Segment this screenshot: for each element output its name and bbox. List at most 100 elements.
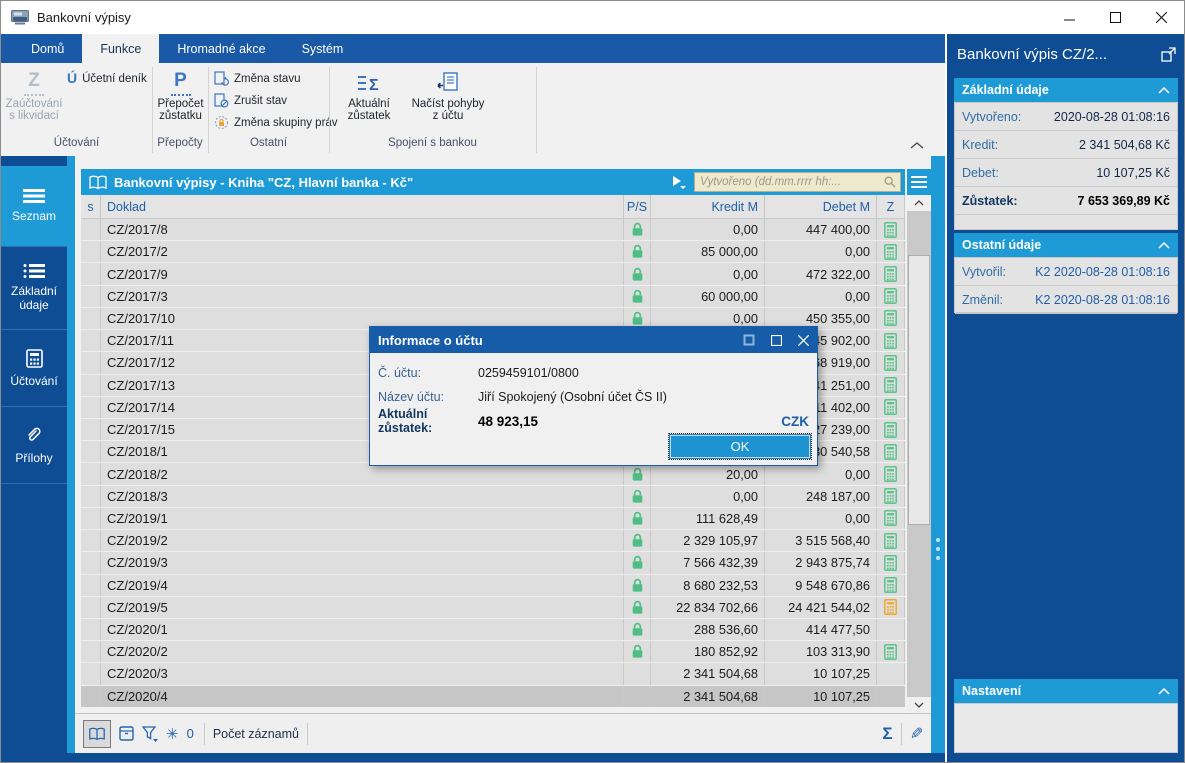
- search-input[interactable]: [694, 172, 901, 192]
- table-row[interactable]: CZ/2019/1 111 628,49 0,00: [81, 507, 905, 531]
- table-row[interactable]: CZ/2017/3 60 000,00 0,00: [81, 285, 905, 308]
- open-in-window-icon[interactable]: [1161, 47, 1176, 62]
- ucetni-denik-button[interactable]: Ú Účetní deník: [67, 68, 147, 89]
- table-row[interactable]: CZ/2018/2 20,00 0,00: [81, 463, 905, 486]
- section-header-nastaveni[interactable]: Nastavení: [954, 679, 1178, 703]
- table-row[interactable]: CZ/2020/2 180 852,92 103 313,90: [81, 641, 905, 664]
- filter-count: 0: [186, 726, 194, 741]
- nacist-pohyby-button[interactable]: Načíst pohyby z účtu: [403, 65, 493, 137]
- filter-play-icon[interactable]: [672, 175, 686, 189]
- cell-z: [877, 641, 905, 663]
- ok-button[interactable]: OK: [668, 433, 812, 460]
- cell-ps: [624, 507, 651, 530]
- scroll-up-button[interactable]: [907, 195, 931, 211]
- cell-ps: [624, 485, 651, 507]
- zmena-stavu-button[interactable]: Změna stavu: [214, 68, 300, 89]
- list-icon: [23, 189, 45, 203]
- column-doklad[interactable]: Doklad: [101, 195, 624, 218]
- table-row[interactable]: CZ/2019/3 7 566 432,39 2 943 875,74: [81, 552, 905, 575]
- scrollbar-thumb[interactable]: [908, 255, 930, 525]
- column-kredit[interactable]: Kredit M: [651, 195, 765, 218]
- detail-row: Debet: 10 107,25 Kč: [955, 159, 1177, 187]
- table-title: Bankovní výpisy - Kniha "CZ, Hlavní bank…: [114, 174, 414, 190]
- app-window: Bankovní výpisy Domů Funkce Hromadné akc…: [0, 0, 1185, 763]
- tab-domu[interactable]: Domů: [13, 34, 82, 63]
- group-label-prepocty: Přepočty: [157, 137, 203, 149]
- cell-z: [877, 285, 905, 307]
- table-row[interactable]: CZ/2017/9 0,00 472 322,00: [81, 263, 905, 286]
- maximize-button[interactable]: [1092, 1, 1138, 34]
- edit-button[interactable]: ✎: [910, 724, 923, 744]
- dialog-field: Č. účtu: 0259459101/0800: [378, 366, 579, 380]
- tab-hromadne-akce[interactable]: Hromadné akce: [159, 34, 283, 63]
- cell-z: [877, 530, 905, 552]
- collapse-chevron-icon[interactable]: [1158, 687, 1170, 695]
- cell-doklad: CZ/2017/9: [101, 263, 624, 285]
- aktualni-zustatek-button[interactable]: Σ Aktuální zůstatek: [338, 65, 400, 137]
- calculator-icon: [884, 510, 897, 527]
- close-button[interactable]: [1138, 1, 1184, 34]
- table-row[interactable]: CZ/2020/3 2 341 504,68 10 107,25: [81, 663, 905, 686]
- sidebar-item-uctovani[interactable]: Účtování: [1, 330, 67, 407]
- tab-system[interactable]: Systém: [284, 34, 362, 63]
- zrusit-stav-button[interactable]: Zrušit stav: [214, 90, 287, 111]
- table-row[interactable]: CZ/2019/2 2 329 105,97 3 515 568,40: [81, 530, 905, 553]
- cell-debet: 3 515 568,40: [765, 530, 877, 552]
- column-z[interactable]: Z: [877, 195, 905, 218]
- section-header-ostatni[interactable]: Ostatní údaje: [954, 233, 1178, 257]
- filter-button[interactable]: [142, 725, 158, 742]
- tab-funkce[interactable]: Funkce: [82, 34, 160, 63]
- table-row[interactable]: CZ/2019/5 22 834 702,66 24 421 544,02: [81, 596, 905, 619]
- cell-ps: [624, 530, 651, 552]
- dialog-close-icon[interactable]: [798, 334, 809, 346]
- book-view-button[interactable]: [83, 719, 111, 748]
- cell-debet: 0,00: [765, 285, 877, 307]
- table-row[interactable]: CZ/2018/3 0,00 248 187,00: [81, 485, 905, 508]
- table-row[interactable]: CZ/2017/2 85 000,00 0,00: [81, 241, 905, 264]
- cell-state: [81, 285, 101, 307]
- column-ps[interactable]: P/S: [624, 195, 651, 218]
- cell-state: [81, 663, 101, 685]
- prepocet-zustatku-button[interactable]: P Přepočet zůstatku: [153, 65, 208, 137]
- dialog-pin-icon[interactable]: [743, 334, 755, 346]
- section-header-zakladni[interactable]: Základní údaje: [954, 78, 1178, 102]
- column-s[interactable]: s: [81, 195, 101, 218]
- cell-kredit: 60 000,00: [651, 285, 765, 307]
- cell-state: [81, 618, 101, 641]
- cell-z: [877, 263, 905, 285]
- zmena-skupiny-prav-button[interactable]: Změna skupiny práv: [214, 112, 338, 133]
- sidebar-item-seznam[interactable]: Seznam: [1, 166, 67, 247]
- panel-splitter[interactable]: [931, 156, 945, 753]
- table-column-header: s Doklad P/S Kredit M Debet M Z: [81, 195, 905, 219]
- collapse-chevron-icon[interactable]: [1158, 86, 1170, 94]
- collapse-chevron-icon[interactable]: [1158, 241, 1170, 249]
- minimize-button[interactable]: [1046, 1, 1092, 34]
- table-row[interactable]: CZ/2020/4 2 341 504,68 10 107,25: [81, 685, 905, 708]
- snowflake-icon[interactable]: ✳: [166, 725, 179, 743]
- cell-z: [877, 374, 905, 396]
- cell-state: [81, 418, 101, 441]
- sum-button[interactable]: Σ: [882, 724, 892, 744]
- cell-doklad: CZ/2018/3: [101, 485, 624, 507]
- scroll-down-button[interactable]: [907, 697, 931, 713]
- column-debet[interactable]: Debet M: [765, 195, 877, 218]
- sidebar-item-zakladni-udaje[interactable]: Základní údaje: [1, 247, 67, 330]
- table-row[interactable]: CZ/2019/4 8 680 232,53 9 548 670,86: [81, 574, 905, 597]
- ribbon-collapse-chevron[interactable]: [909, 141, 925, 151]
- cell-debet: 10 107,25: [765, 685, 877, 707]
- calculator-icon: [884, 488, 897, 505]
- calculator-icon: [884, 243, 897, 260]
- vertical-scrollbar[interactable]: [907, 195, 931, 713]
- sidebar: Seznam Základní údaje Účtování Přílohy: [1, 156, 67, 762]
- container-view-button[interactable]: [119, 726, 134, 741]
- dialog-maximize-icon[interactable]: [771, 334, 782, 346]
- table-row[interactable]: CZ/2020/1 288 536,60 414 477,50: [81, 618, 905, 642]
- table-menu-button[interactable]: [907, 169, 931, 195]
- section-body-zakladni: Vytvořeno: 2020-08-28 01:08:16 Kredit: 2 3…: [954, 102, 1178, 230]
- lock-icon: [632, 222, 642, 236]
- table-row[interactable]: CZ/2017/8 0,00 447 400,00: [81, 219, 905, 242]
- cell-doklad: CZ/2017/2: [101, 241, 624, 263]
- sidebar-item-prilohy[interactable]: Přílohy: [1, 407, 67, 484]
- cell-z: [877, 241, 905, 263]
- cell-state: [81, 307, 101, 330]
